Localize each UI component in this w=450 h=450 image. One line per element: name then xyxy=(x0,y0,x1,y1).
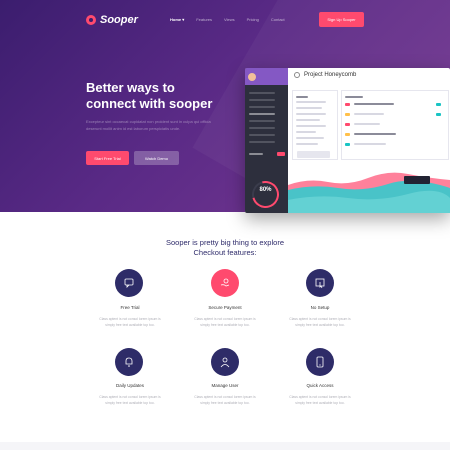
mockup-sidebar-item xyxy=(249,113,275,115)
mockup-user-card xyxy=(245,68,288,85)
feature-desc: Class aptent is not consol lorem ipsum i… xyxy=(194,317,256,327)
phone-touch-icon xyxy=(306,348,334,376)
project-icon xyxy=(294,72,300,78)
gauge-value: 80% xyxy=(259,187,272,193)
signup-button[interactable]: Sign Up Sooper xyxy=(319,12,364,27)
feature-desc: Class aptent is not consol lorem ipsum i… xyxy=(99,395,161,405)
nav-item-contact[interactable]: Contact xyxy=(271,17,285,22)
mockup-task-panel xyxy=(341,90,449,160)
chat-icon xyxy=(115,269,143,297)
brand-logo[interactable]: Sooper xyxy=(86,14,138,26)
brand-name: Sooper xyxy=(100,14,138,26)
hero-headline: Better ways to connect with sooper xyxy=(86,80,236,112)
project-title: Project Honeycomb xyxy=(304,72,357,78)
feature-desc: Class aptent is not consol lorem ipsum i… xyxy=(289,395,351,405)
avatar xyxy=(248,72,256,81)
start-trial-button[interactable]: Start Free Trial xyxy=(86,151,129,165)
features-title: Sooper is pretty big thing to explore Ch… xyxy=(0,238,450,258)
mockup-sidebar-item xyxy=(249,153,263,155)
mockup-sidebar-item xyxy=(249,106,275,108)
bell-icon xyxy=(115,348,143,376)
mockup-sidebar-item xyxy=(249,120,275,122)
features-title-line1: Sooper is pretty big thing to explore xyxy=(166,238,284,247)
feature-desc: Class aptent is not consol lorem ipsum i… xyxy=(289,317,351,327)
feature-title-secure-payment: Secure Payment xyxy=(208,305,242,310)
feature-title-daily-updates: Daily Updates xyxy=(115,383,144,388)
hero-headline-line2: connect with sooper xyxy=(86,96,213,111)
logo-icon xyxy=(86,15,96,25)
user-icon xyxy=(211,348,239,376)
nav-item-views[interactable]: Views xyxy=(224,17,235,22)
mockup-button xyxy=(297,151,330,158)
main-nav: Home ▾ Features Views Pricing Contact xyxy=(170,17,285,22)
hand-coin-icon xyxy=(211,269,239,297)
feature-desc: Class aptent is not consol lorem ipsum i… xyxy=(194,395,256,405)
watch-demo-button[interactable]: Watch Demo xyxy=(134,151,179,165)
feature-title-no-setup: No Setup xyxy=(310,305,330,310)
feature-title-manage-user: Manage User xyxy=(211,383,239,388)
mockup-sidebar-item xyxy=(249,99,275,101)
mockup-sidebar-item xyxy=(249,134,275,136)
feature-title-quick-access: Quick Access xyxy=(306,383,334,388)
features-title-line2: Checkout features: xyxy=(193,248,257,257)
mockup-sidebar-item xyxy=(249,141,275,143)
nav-item-home[interactable]: Home ▾ xyxy=(170,17,184,22)
nav-item-features[interactable]: Features xyxy=(196,17,212,22)
nav-item-pricing[interactable]: Pricing xyxy=(247,17,259,22)
mockup-sidebar-item xyxy=(249,127,275,129)
mockup-badge xyxy=(277,152,285,156)
cursor-window-icon xyxy=(306,269,334,297)
chart-tooltip xyxy=(404,176,430,184)
feature-desc: Class aptent is not consol lorem ipsum i… xyxy=(99,317,161,327)
hero-headline-line1: Better ways to xyxy=(86,80,175,95)
mockup-list-panel xyxy=(292,90,338,160)
page-bottom-strip xyxy=(0,442,450,450)
feature-title-free-trial: Free Trial xyxy=(120,305,140,310)
hero-subtext: Excepteur sint occaecat cupidatat non pr… xyxy=(86,119,211,131)
mockup-sidebar-item xyxy=(249,92,275,94)
